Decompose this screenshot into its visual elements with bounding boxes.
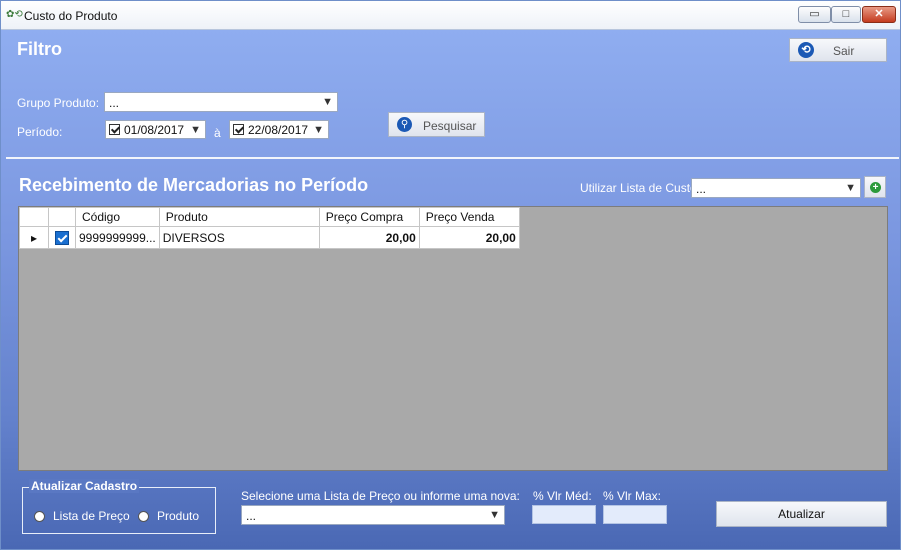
group-select-value: ... [109, 96, 120, 110]
column-header-preco-venda[interactable]: Preço Venda [418, 207, 520, 227]
title-bar: ✿⟲ Custo do Produto ▭ □ ✕ [1, 1, 900, 30]
exit-label: Sair [833, 44, 855, 58]
cell-preco-venda[interactable]: 20,00 [418, 226, 520, 249]
price-list-select-value: ... [246, 509, 257, 523]
chevron-down-icon: ▼ [190, 124, 201, 136]
cell-produto[interactable]: DIVERSOS [158, 226, 320, 249]
update-registration-group: Atualizar Cadastro Lista de Preço Produt… [22, 479, 216, 534]
product-radio[interactable] [138, 509, 149, 523]
close-icon: ✕ [874, 8, 884, 20]
price-list-select[interactable]: ... ▼ [241, 505, 505, 525]
maximize-icon: □ [842, 8, 850, 20]
row-pointer-icon: ▸ [30, 230, 38, 245]
date-to-checkbox[interactable] [233, 124, 244, 135]
row-checkbox[interactable] [55, 230, 69, 245]
maximize-button[interactable]: □ [831, 6, 861, 23]
table-header-row: Código Produto Preço Compra Preço Venda [19, 207, 520, 227]
column-header-preco-compra[interactable]: Preço Compra [318, 207, 420, 227]
group-select[interactable]: ... ▼ [104, 92, 338, 112]
cell-codigo[interactable]: 9999999999... [75, 226, 160, 249]
date-from-value: 01/08/2017 [124, 123, 185, 137]
update-button[interactable]: Atualizar [716, 501, 887, 527]
date-to-value: 22/08/2017 [248, 123, 309, 137]
chevron-down-icon: ▼ [845, 182, 856, 194]
receiving-heading: Recebimento de Mercadorias no Período [19, 175, 369, 195]
cost-list-select[interactable]: ... ▼ [691, 178, 861, 198]
main-window: ✿⟲ Custo do Produto ▭ □ ✕ Filtro ⟲ Sair … [0, 0, 901, 550]
vlr-max-label: % Vlr Max: [603, 489, 662, 503]
table-row[interactable]: ▸ 9999999999... DIVERSOS 20,00 20,00 [19, 226, 520, 249]
cost-list-value: ... [696, 182, 707, 196]
checkbox-column-header[interactable] [48, 207, 76, 227]
chevron-down-icon: ▼ [322, 96, 333, 108]
row-header-cell [19, 207, 49, 227]
client-area: Filtro ⟲ Sair Grupo Produto: ... ▼ Perío… [1, 30, 900, 549]
vlr-med-label: % Vlr Méd: [533, 489, 592, 503]
search-label: Pesquisar [423, 119, 477, 133]
minimize-icon: ▭ [809, 8, 820, 20]
exit-icon: ⟲ [798, 42, 814, 58]
add-icon: + [870, 182, 881, 193]
window-title: Custo do Produto [24, 9, 118, 23]
products-table: Código Produto Preço Compra Preço Venda … [19, 207, 520, 249]
exit-button[interactable]: ⟲ Sair [789, 38, 887, 62]
filter-heading: Filtro [17, 39, 62, 59]
column-header-codigo[interactable]: Código [75, 207, 160, 227]
update-group-title: Atualizar Cadastro [29, 479, 140, 493]
close-button[interactable]: ✕ [862, 6, 896, 23]
cell-preco-compra[interactable]: 20,00 [318, 226, 420, 249]
section-divider [6, 157, 899, 159]
date-from-checkbox[interactable] [109, 124, 120, 135]
date-separator: à [214, 126, 221, 140]
period-label: Período: [17, 125, 63, 139]
search-button[interactable]: ⚲ Pesquisar [388, 112, 485, 137]
date-to-picker[interactable]: 22/08/2017 ▼ [229, 120, 329, 139]
date-from-picker[interactable]: 01/08/2017 ▼ [105, 120, 206, 139]
group-label: Grupo Produto: [17, 96, 100, 110]
price-list-radio[interactable] [34, 509, 45, 523]
app-icon: ✿⟲ [6, 9, 23, 20]
vlr-med-input[interactable] [532, 505, 596, 524]
add-cost-list-button[interactable]: + [864, 176, 886, 198]
row-checkbox-cell[interactable] [48, 226, 76, 249]
chevron-down-icon: ▼ [489, 509, 500, 521]
minimize-button[interactable]: ▭ [798, 6, 831, 23]
chevron-down-icon: ▼ [313, 124, 324, 136]
column-header-produto[interactable]: Produto [158, 207, 320, 227]
row-selector-cell[interactable]: ▸ [19, 226, 49, 249]
price-list-radio-label[interactable]: Lista de Preço [53, 509, 130, 523]
vlr-max-input[interactable] [603, 505, 667, 524]
price-list-select-label: Selecione uma Lista de Preço ou informe … [241, 489, 520, 503]
products-grid: Código Produto Preço Compra Preço Venda … [18, 206, 888, 471]
product-radio-label[interactable]: Produto [157, 509, 199, 523]
search-icon: ⚲ [397, 117, 412, 132]
cost-list-label: Utilizar Lista de Custo: [580, 181, 701, 195]
